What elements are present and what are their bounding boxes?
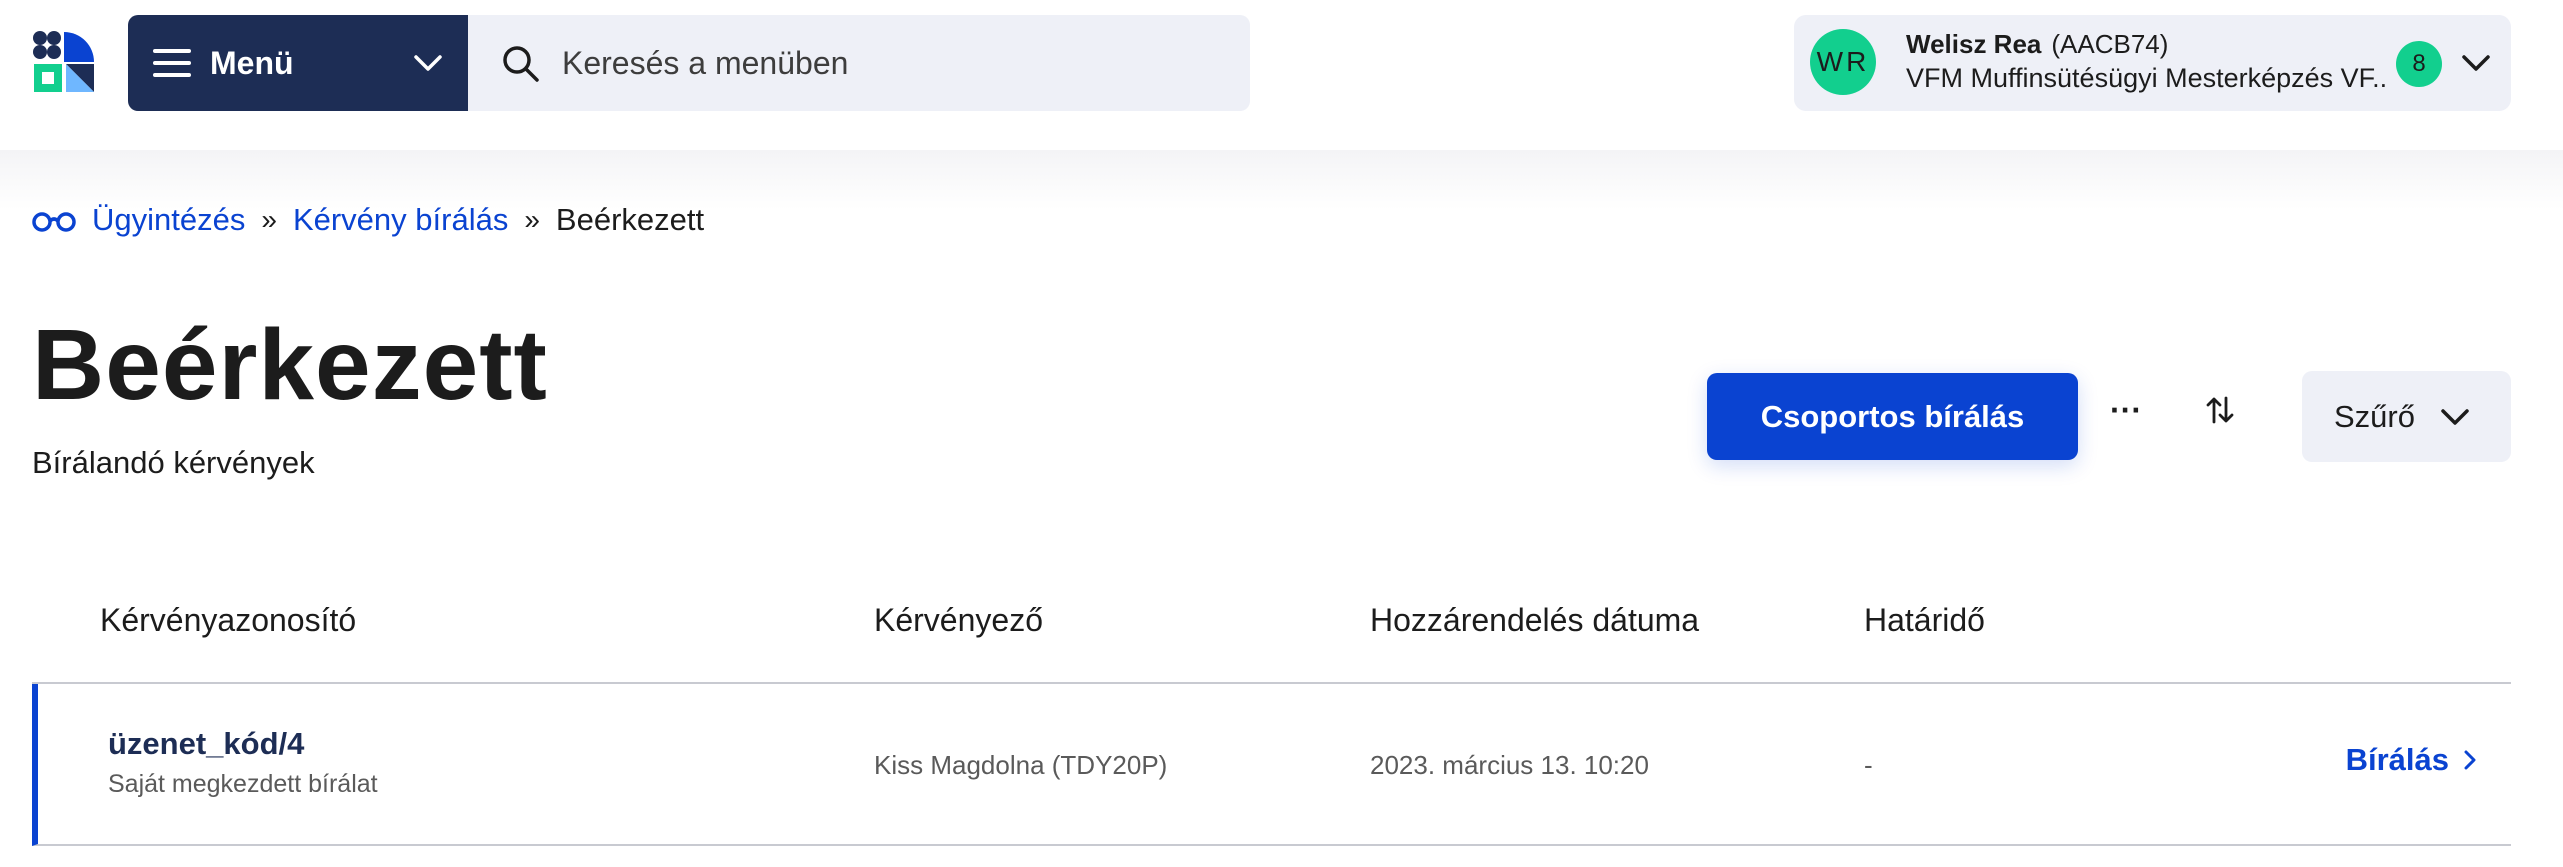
more-options-button[interactable]: ··· [2104,388,2148,432]
search-input[interactable] [562,44,1202,82]
breadcrumb-current: Beérkezett [555,202,705,237]
column-header-assigned-date: Hozzárendelés dátuma [1370,602,1700,638]
avatar: WR [1810,29,1876,95]
column-header-deadline: Határidő [1864,602,1985,638]
user-organization: VFM Muffinsütésügyi Mesterképzés VF... [1906,63,2386,93]
glasses-icon [32,212,76,232]
filter-button[interactable]: Szűrő [2302,371,2511,462]
chevron-down-icon[interactable] [2456,43,2496,83]
user-name: Welisz Rea [1906,29,2042,59]
user-name-line: Welisz Rea (AACB74) [1906,29,2168,60]
breadcrumb-link-ugyintezes[interactable]: Ügyintézés [92,202,245,238]
request-status: Saját megkezdett bírálat [108,770,378,798]
requests-table: Kérvényazonosító Kérvényező Hozzárendelé… [32,580,2511,846]
table-header: Kérvényazonosító Kérvényező Hozzárendelé… [32,580,2511,684]
menu-search [468,15,1250,111]
review-link-label: Bírálás [2345,742,2449,777]
request-id: üzenet_kód/4 [108,726,305,761]
user-code: (AACB74) [2051,29,2169,59]
assigned-date-cell: 2023. március 13. 10:20 [1370,750,1649,780]
breadcrumb-separator: » [524,204,540,235]
breadcrumb: Ügyintézés » Kérvény bírálás » Beérkezet… [32,198,704,242]
filter-label: Szűrő [2334,398,2415,434]
applicant-cell: Kiss Magdolna (TDY20P) [874,750,1168,780]
chevron-down-icon [2441,409,2469,425]
sort-icon [2206,396,2234,424]
table-row[interactable]: üzenet_kód/4 Saját megkezdett bírálat Ki… [32,684,2511,846]
notification-badge[interactable]: 8 [2396,41,2442,87]
user-profile-menu[interactable]: WR Welisz Rea (AACB74) VFM Muffinsütésügy… [1794,15,2511,111]
page-title: Beérkezett [32,309,548,421]
deadline-cell: - [1864,750,1873,780]
chevron-down-icon [414,55,442,71]
group-review-button[interactable]: Csoportos bírálás [1707,373,2078,460]
column-header-id: Kérvényazonosító [100,602,357,638]
sort-button[interactable] [2198,388,2242,432]
column-header-applicant: Kérvényező [874,602,1043,638]
main-menu-button[interactable]: Menü [128,15,468,111]
review-link[interactable]: Bírálás [2346,742,2481,778]
page-subtitle: Bírálandó kérvények [32,445,315,480]
breadcrumb-separator: » [261,204,277,235]
app-logo[interactable] [32,30,96,94]
search-icon [503,46,539,82]
chevron-right-icon [2464,750,2476,770]
top-header: Menü WR Welisz Rea (AACB74) VFM Muffinsüt… [0,0,2563,150]
hamburger-icon [152,43,192,83]
breadcrumb-link-kerveny-biralas[interactable]: Kérvény bírálás [293,202,508,238]
menu-label: Menü [210,44,294,81]
